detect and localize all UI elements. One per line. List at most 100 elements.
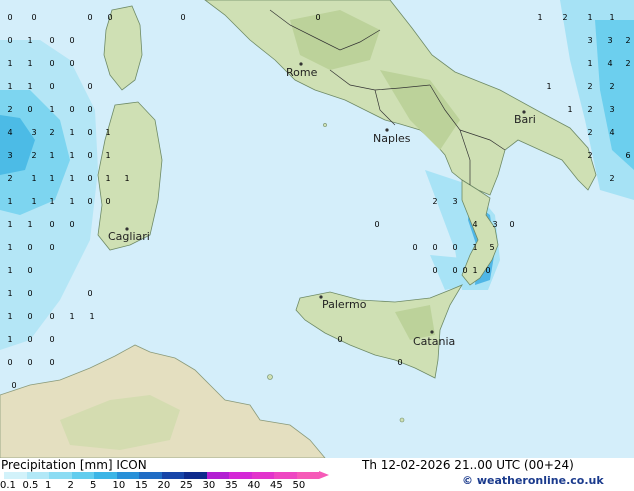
value-label: 0 <box>7 36 12 45</box>
map-datetime: Th 12-02-2026 21..00 UTC (00+24) <box>362 458 574 472</box>
value-label: 0 <box>49 82 54 91</box>
value-label: 0 <box>180 13 185 22</box>
scale-swatch <box>94 472 117 479</box>
value-label: 0 <box>27 105 32 114</box>
value-label: 0 <box>31 13 36 22</box>
scale-label: 5 <box>90 480 97 491</box>
value-label: 1 <box>49 105 54 114</box>
value-label: 1 <box>124 174 129 183</box>
scale-swatch <box>229 472 252 479</box>
value-label: 1 <box>7 312 12 321</box>
value-label: 1 <box>31 197 36 206</box>
value-label: 3 <box>7 151 12 160</box>
value-label: 2 <box>609 174 614 183</box>
value-label: 1 <box>537 13 542 22</box>
value-label: 0 <box>105 197 110 206</box>
value-label: 1 <box>49 197 54 206</box>
value-label: 2 <box>31 151 36 160</box>
value-label: 0 <box>69 220 74 229</box>
scale-label: 50 <box>292 480 306 491</box>
city-label-catania: Catania <box>413 335 455 348</box>
city-label-rome: Rome <box>286 66 318 79</box>
city-label-cagliari: Cagliari <box>108 230 150 243</box>
value-label: 1 <box>587 13 592 22</box>
value-label: 1 <box>31 174 36 183</box>
scale-swatch <box>139 472 162 479</box>
value-label: 5 <box>489 243 494 252</box>
value-label: 0 <box>49 59 54 68</box>
credit-text[interactable]: © weatheronline.co.uk <box>462 474 604 487</box>
scale-swatch <box>206 472 229 479</box>
value-label: 1 <box>69 197 74 206</box>
value-label: 1 <box>587 59 592 68</box>
footer: Precipitation [mm] ICON Th 12-02-2026 21… <box>0 458 634 491</box>
value-label: 3 <box>492 220 497 229</box>
value-label: 4 <box>609 128 614 137</box>
value-label: 0 <box>11 381 16 390</box>
scale-label: 0.1 <box>0 480 16 491</box>
value-label: 1 <box>27 220 32 229</box>
precipitation-map: Rome Naples Bari Cagliari Palermo Catani… <box>0 0 634 458</box>
value-label: 4 <box>607 59 612 68</box>
scale-label: 35 <box>225 480 238 491</box>
city-label-bari: Bari <box>514 113 536 126</box>
value-label: 2 <box>609 82 614 91</box>
value-label: 0 <box>432 266 437 275</box>
value-label: 0 <box>27 266 32 275</box>
value-label: 1 <box>89 312 94 321</box>
value-label: 1 <box>69 128 74 137</box>
value-label: 1 <box>69 312 74 321</box>
value-label: 4 <box>7 128 12 137</box>
value-label: 0 <box>49 335 54 344</box>
value-label: 1 <box>69 151 74 160</box>
value-label: 0 <box>452 266 457 275</box>
value-label: 0 <box>87 174 92 183</box>
value-label: 0 <box>27 312 32 321</box>
value-label: 1 <box>7 243 12 252</box>
value-label: 0 <box>7 13 12 22</box>
value-label: 1 <box>105 151 110 160</box>
scale-label: 15 <box>135 480 148 491</box>
value-label: 1 <box>27 59 32 68</box>
scale-swatch <box>161 472 184 479</box>
value-label: 2 <box>625 36 630 45</box>
value-label: 1 <box>27 36 32 45</box>
value-label: 2 <box>562 13 567 22</box>
value-label: 2 <box>587 105 592 114</box>
value-label: 0 <box>509 220 514 229</box>
value-label: 0 <box>485 266 490 275</box>
value-label: 0 <box>87 289 92 298</box>
value-label: 1 <box>567 105 572 114</box>
scale-swatch <box>49 472 72 479</box>
scale-label: 0.5 <box>22 480 39 491</box>
city-label-naples: Naples <box>373 132 411 145</box>
scale-label: 20 <box>157 480 171 491</box>
value-label: 0 <box>87 151 92 160</box>
value-label: 1 <box>49 174 54 183</box>
scale-swatch <box>116 472 139 479</box>
value-label: 1 <box>7 335 12 344</box>
value-label: 0 <box>49 312 54 321</box>
value-label: 2 <box>625 59 630 68</box>
scale-label: 40 <box>247 480 261 491</box>
value-label: 0 <box>87 105 92 114</box>
scale-label: 25 <box>180 480 193 491</box>
value-label: 2 <box>432 197 437 206</box>
value-label: 3 <box>607 36 612 45</box>
value-label: 0 <box>87 197 92 206</box>
value-label: 1 <box>7 289 12 298</box>
value-label: 0 <box>69 59 74 68</box>
value-label: 3 <box>587 36 592 45</box>
value-label: 0 <box>49 220 54 229</box>
value-label: 1 <box>49 151 54 160</box>
value-label: 6 <box>625 151 630 160</box>
value-label: 0 <box>462 266 467 275</box>
scale-label: 10 <box>112 480 126 491</box>
city-label-palermo: Palermo <box>322 298 367 311</box>
value-label: 3 <box>452 197 457 206</box>
value-label: 0 <box>397 358 402 367</box>
scale-label: 1 <box>45 480 52 491</box>
value-label: 0 <box>452 243 457 252</box>
value-label: 1 <box>7 59 12 68</box>
map-title: Precipitation [mm] ICON <box>1 458 147 472</box>
